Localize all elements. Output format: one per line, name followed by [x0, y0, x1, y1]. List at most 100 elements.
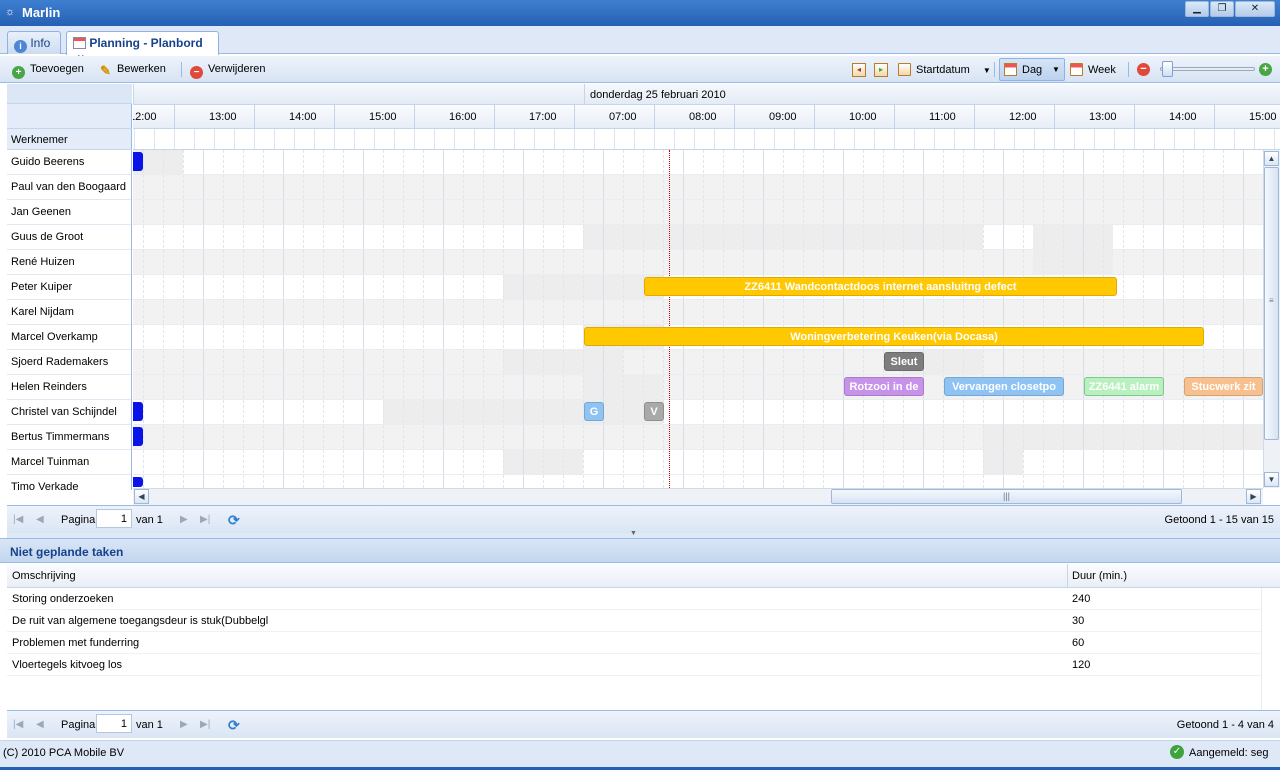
tab-planning-planbord[interactable]: Planning - Planbord ✕ [66, 31, 219, 63]
schedule-grid[interactable]: ZZ6411 Wandcontactdoos internet aansluit… [133, 150, 1263, 488]
maximize-button[interactable]: ❐ [1210, 1, 1234, 17]
table-row[interactable]: Problemen met funderring 60 [7, 632, 1261, 654]
hour-divider [974, 105, 975, 128]
week-view-button[interactable]: Week [1068, 60, 1120, 79]
title-bar: ☼ Marlin ▁ ❐ ✕ [0, 0, 1280, 26]
employee-name[interactable]: Bertus Timmermans [7, 425, 131, 450]
task-description: Problemen met funderring [12, 637, 140, 649]
employee-name[interactable]: Peter Kuiper [7, 275, 131, 300]
employee-name[interactable]: Karel Nijdam [7, 300, 131, 325]
first-page-icon[interactable]: |◀ [13, 719, 23, 730]
employee-name[interactable]: Christel van Schijndel [7, 400, 131, 425]
subhour-divider [814, 129, 815, 149]
event-layer: ZZ6411 Wandcontactdoos internet aansluit… [133, 150, 1263, 488]
subhour-divider [434, 129, 435, 149]
subhour-divider [574, 129, 575, 149]
edit-button[interactable]: ✎ Bewerken [97, 60, 170, 79]
schedule-event[interactable]: Sleut [884, 352, 924, 371]
schedule-event[interactable]: Rotzooi in de [844, 377, 924, 396]
last-page-icon[interactable]: ▶| [200, 514, 210, 525]
zoom-in-icon[interactable]: + [1259, 63, 1272, 76]
hour-label: 10:00 [849, 111, 877, 123]
subhour-divider [514, 129, 515, 149]
employee-column-header[interactable]: Werknemer [7, 128, 132, 150]
calendar-next-icon[interactable]: ▸ [874, 63, 888, 77]
startdate-button[interactable]: Startdatum ▼ [896, 60, 995, 79]
schedule-pager: |◀ ◀ Pagina 1 van 1 ▶ ▶| ⟳ Getoond 1 - 1… [7, 505, 1280, 533]
next-page-icon[interactable]: ▶ [180, 719, 188, 730]
employee-name[interactable]: Paul van den Boogaard [7, 175, 131, 200]
next-page-icon[interactable]: ▶ [180, 514, 188, 525]
zoom-slider-thumb[interactable] [1162, 61, 1173, 77]
employee-name[interactable]: Helen Reinders [7, 375, 131, 400]
refresh-icon[interactable]: ⟳ [228, 717, 240, 734]
schedule-event[interactable]: V [644, 402, 664, 421]
hour-label: 12:00 [1009, 111, 1037, 123]
hour-label: 08:00 [689, 111, 717, 123]
event-continuation-marker[interactable] [133, 152, 143, 171]
page-label: Pagina [61, 514, 96, 526]
last-page-icon[interactable]: ▶| [200, 719, 210, 730]
schedule-event[interactable]: Stucwerk zit [1184, 377, 1263, 396]
schedule-event[interactable]: Woningverbetering Keuken(via Docasa) [584, 327, 1204, 346]
table-row[interactable]: De ruit van algemene toegangsdeur is stu… [7, 610, 1261, 632]
employee-name[interactable]: Guido Beerens [7, 150, 131, 175]
hour-divider [1054, 105, 1055, 128]
chevron-down-icon[interactable]: ▼ [1052, 65, 1060, 74]
prev-page-icon[interactable]: ◀ [36, 719, 44, 730]
subhour-divider [654, 129, 655, 149]
close-button[interactable]: ✕ [1235, 1, 1275, 17]
event-continuation-marker[interactable] [133, 402, 143, 421]
column-duration[interactable]: Duur (min.) [1072, 570, 1127, 582]
toolbar-separator [994, 62, 995, 77]
subhour-divider [1274, 129, 1275, 149]
calendar-icon [73, 37, 86, 49]
subhour-divider [834, 129, 835, 149]
page-count: van 1 [136, 514, 163, 526]
scroll-down-icon[interactable]: ▼ [1264, 472, 1279, 487]
delete-button[interactable]: − Verwijderen [188, 60, 269, 79]
page-number-input[interactable]: 1 [96, 509, 132, 528]
hour-divider [414, 105, 415, 128]
subhour-divider [874, 129, 875, 149]
zoom-slider-track[interactable] [1160, 67, 1255, 71]
subhour-divider [1254, 129, 1255, 149]
schedule-event[interactable]: ZZ6441 alarm [1084, 377, 1164, 396]
schedule-event[interactable]: G [584, 402, 604, 421]
first-page-icon[interactable]: |◀ [13, 514, 23, 525]
subhour-divider [1234, 129, 1235, 149]
page-number-input[interactable]: 1 [96, 714, 132, 733]
event-continuation-marker[interactable] [133, 477, 143, 487]
day-view-button[interactable]: Dag ▼ [999, 58, 1065, 81]
page-display-info: Getoond 1 - 4 van 4 [1176, 719, 1274, 731]
table-row[interactable]: Storing onderzoeken 240 [7, 588, 1261, 610]
collapse-icon[interactable]: ▼ [630, 530, 637, 537]
zoom-out-icon[interactable]: − [1137, 63, 1150, 76]
vertical-scroll-thumb[interactable]: ≡ [1264, 167, 1279, 440]
employee-name[interactable]: Timo Verkade [7, 475, 131, 490]
subhour-divider [614, 129, 615, 149]
employee-name[interactable]: René Huizen [7, 250, 131, 275]
column-description[interactable]: Omschrijving [12, 570, 76, 582]
scroll-left-icon[interactable]: ◀ [134, 489, 149, 504]
calendar-prev-icon[interactable]: ◂ [852, 63, 866, 77]
horizontal-scroll-thumb[interactable]: ||| [831, 489, 1182, 504]
employee-name[interactable]: Guus de Groot [7, 225, 131, 250]
schedule-event[interactable]: ZZ6411 Wandcontactdoos internet aansluit… [644, 277, 1117, 296]
refresh-icon[interactable]: ⟳ [228, 512, 240, 529]
prev-page-icon[interactable]: ◀ [36, 514, 44, 525]
scroll-up-icon[interactable]: ▲ [1264, 151, 1279, 166]
minimize-button[interactable]: ▁ [1185, 1, 1209, 17]
table-row[interactable]: Vloertegels kitvoeg los 120 [7, 654, 1261, 676]
employee-list: Guido Beerens Paul van den Boogaard Jan Ge… [7, 150, 132, 490]
scroll-right-icon[interactable]: ▶ [1246, 489, 1261, 504]
event-continuation-marker[interactable] [133, 427, 143, 446]
employee-name[interactable]: Jan Geenen [7, 200, 131, 225]
employee-name[interactable]: Marcel Overkamp [7, 325, 131, 350]
tab-info[interactable]: i Info [7, 31, 61, 54]
add-button[interactable]: + Toevoegen [10, 60, 88, 79]
employee-name[interactable]: Marcel Tuinman [7, 450, 131, 475]
date-divider [584, 84, 585, 104]
schedule-event[interactable]: Vervangen closetpo [944, 377, 1064, 396]
employee-name[interactable]: Sjoerd Rademakers [7, 350, 131, 375]
